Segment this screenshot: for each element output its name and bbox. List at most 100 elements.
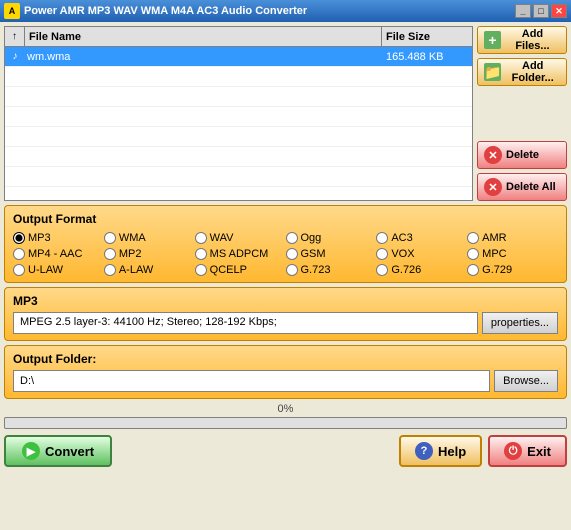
delete-all-label: Delete All <box>506 181 556 193</box>
table-row[interactable] <box>5 147 472 167</box>
format-gsm[interactable]: GSM <box>286 248 377 260</box>
table-row[interactable] <box>5 187 472 201</box>
table-row[interactable] <box>5 87 472 107</box>
format-wma-label: WMA <box>119 232 146 244</box>
exit-button[interactable]: ⏻ Exit <box>488 435 567 467</box>
format-ac3-label: AC3 <box>391 232 412 244</box>
format-qcelp-radio[interactable] <box>195 264 207 276</box>
format-g729-radio[interactable] <box>467 264 479 276</box>
format-wav[interactable]: WAV <box>195 232 286 244</box>
format-ac3[interactable]: AC3 <box>376 232 467 244</box>
progress-label: 0% <box>278 403 294 415</box>
table-row[interactable] <box>5 107 472 127</box>
title-bar: A Power AMR MP3 WAV WMA M4A AC3 Audio Co… <box>0 0 571 22</box>
table-row[interactable] <box>5 127 472 147</box>
format-amr[interactable]: AMR <box>467 232 558 244</box>
format-mp3-radio[interactable] <box>13 232 25 244</box>
filename-column-header: File Name <box>25 27 382 46</box>
folder-path-input[interactable] <box>13 370 490 392</box>
file-name-cell: wm.wma <box>25 51 382 63</box>
folder-row: Browse... <box>13 370 558 392</box>
format-g726[interactable]: G.726 <box>376 264 467 276</box>
format-g726-radio[interactable] <box>376 264 388 276</box>
format-wma-radio[interactable] <box>104 232 116 244</box>
format-msadpcm-label: MS ADPCM <box>210 248 269 260</box>
table-row[interactable]: ♪ wm.wma 165.488 KB <box>5 47 472 67</box>
add-files-button[interactable]: + Add Files... <box>477 26 567 54</box>
add-folder-icon: 📁 <box>484 63 501 81</box>
format-g729-label: G.729 <box>482 264 512 276</box>
table-row[interactable] <box>5 167 472 187</box>
format-qcelp-label: QCELP <box>210 264 247 276</box>
side-buttons: + Add Files... 📁 Add Folder... ✕ Delete … <box>477 26 567 201</box>
help-button[interactable]: ? Help <box>399 435 482 467</box>
close-button[interactable]: ✕ <box>551 4 567 18</box>
format-wav-label: WAV <box>210 232 234 244</box>
format-mpc[interactable]: MPC <box>467 248 558 260</box>
properties-button[interactable]: properties... <box>482 312 558 334</box>
delete-all-button[interactable]: ✕ Delete All <box>477 173 567 201</box>
mp3-settings-section: MP3 MPEG 2.5 layer-3: 44100 Hz; Stereo; … <box>4 287 567 341</box>
format-mp4aac[interactable]: MP4 - AAC <box>13 248 104 260</box>
add-folder-button[interactable]: 📁 Add Folder... <box>477 58 567 86</box>
exit-label: Exit <box>527 444 551 459</box>
format-amr-radio[interactable] <box>467 232 479 244</box>
format-ogg[interactable]: Ogg <box>286 232 377 244</box>
format-alaw-label: A-LAW <box>119 264 153 276</box>
format-mp3[interactable]: MP3 <box>13 232 104 244</box>
bottom-right-buttons: ? Help ⏻ Exit <box>399 435 567 467</box>
format-wma[interactable]: WMA <box>104 232 195 244</box>
format-gsm-radio[interactable] <box>286 248 298 260</box>
sort-column[interactable]: ↑ <box>5 27 25 46</box>
format-g729[interactable]: G.729 <box>467 264 558 276</box>
file-size-cell: 165.488 KB <box>382 51 472 63</box>
format-alaw-radio[interactable] <box>104 264 116 276</box>
minimize-button[interactable]: _ <box>515 4 531 18</box>
format-g723[interactable]: G.723 <box>286 264 377 276</box>
format-wav-radio[interactable] <box>195 232 207 244</box>
convert-button[interactable]: ▶ Convert <box>4 435 112 467</box>
progress-bar-container <box>4 417 567 429</box>
format-vox-radio[interactable] <box>376 248 388 260</box>
format-ulaw[interactable]: U-LAW <box>13 264 104 276</box>
format-g726-label: G.726 <box>391 264 421 276</box>
format-mp2-radio[interactable] <box>104 248 116 260</box>
format-mp4aac-radio[interactable] <box>13 248 25 260</box>
file-list-body[interactable]: ♪ wm.wma 165.488 KB <box>5 47 472 201</box>
format-msadpcm[interactable]: MS ADPCM <box>195 248 286 260</box>
format-mpc-radio[interactable] <box>467 248 479 260</box>
delete-icon: ✕ <box>484 146 502 164</box>
format-grid: MP3 WMA WAV Ogg AC3 AMR MP4 - AAC <box>13 232 558 276</box>
format-vox[interactable]: VOX <box>376 248 467 260</box>
format-mp2[interactable]: MP2 <box>104 248 195 260</box>
format-mp2-label: MP2 <box>119 248 142 260</box>
format-ulaw-radio[interactable] <box>13 264 25 276</box>
format-ac3-radio[interactable] <box>376 232 388 244</box>
format-g723-radio[interactable] <box>286 264 298 276</box>
file-icon: ♪ <box>5 51 25 62</box>
table-row[interactable] <box>5 67 472 87</box>
format-gsm-label: GSM <box>301 248 326 260</box>
format-msadpcm-radio[interactable] <box>195 248 207 260</box>
convert-label: Convert <box>45 444 94 459</box>
format-ulaw-label: U-LAW <box>28 264 63 276</box>
format-g723-label: G.723 <box>301 264 331 276</box>
window-title: Power AMR MP3 WAV WMA M4A AC3 Audio Conv… <box>24 5 515 17</box>
filesize-column-header: File Size <box>382 31 472 43</box>
add-folder-label: Add Folder... <box>505 60 560 84</box>
help-icon: ? <box>415 442 433 460</box>
format-mpc-label: MPC <box>482 248 506 260</box>
add-files-label: Add Files... <box>505 28 560 52</box>
browse-button[interactable]: Browse... <box>494 370 558 392</box>
format-qcelp[interactable]: QCELP <box>195 264 286 276</box>
mp3-settings-title: MP3 <box>13 294 558 308</box>
output-folder-section: Output Folder: Browse... <box>4 345 567 399</box>
main-content: ↑ File Name File Size ♪ wm.wma 165.488 K… <box>0 22 571 530</box>
format-vox-label: VOX <box>391 248 414 260</box>
format-ogg-radio[interactable] <box>286 232 298 244</box>
delete-button[interactable]: ✕ Delete <box>477 141 567 169</box>
maximize-button[interactable]: □ <box>533 4 549 18</box>
top-section: ↑ File Name File Size ♪ wm.wma 165.488 K… <box>4 26 567 201</box>
format-alaw[interactable]: A-LAW <box>104 264 195 276</box>
title-bar-buttons: _ □ ✕ <box>515 4 567 18</box>
